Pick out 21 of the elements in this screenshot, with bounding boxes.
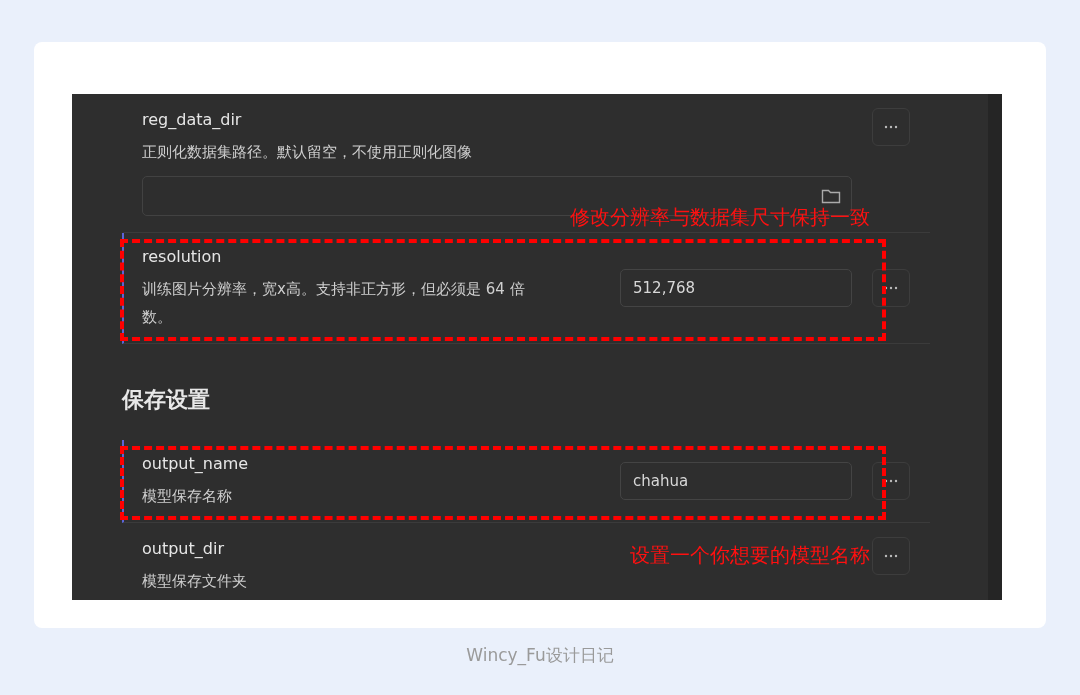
setting-name: reg_data_dir (142, 109, 243, 131)
more-icon (884, 125, 898, 129)
more-icon (884, 479, 898, 483)
setting-name: output_dir (142, 538, 225, 560)
more-icon (884, 554, 898, 558)
folder-icon (821, 188, 841, 204)
more-button[interactable] (872, 462, 910, 500)
setting-name: resolution (142, 246, 223, 268)
annotation-text: 修改分辨率与数据集尺寸保持一致 (570, 204, 870, 231)
setting-name: output_name (142, 453, 250, 475)
setting-description: 正则化数据集路径。默认留空，不使用正则化图像 (142, 142, 473, 163)
input-field[interactable]: 512,768 (620, 269, 852, 307)
more-icon (884, 286, 898, 290)
setting-description: 模型保存文件夹 (142, 571, 248, 592)
annotation-text: 设置一个你想要的模型名称 (630, 542, 870, 569)
input-field[interactable]: chahua (620, 462, 852, 500)
setting-description: 训练图片分辨率，宽x高。支持非正方形，但必须是 64 倍数。 (142, 279, 526, 328)
more-button[interactable] (872, 269, 910, 307)
section-heading: 保存设置 (122, 386, 211, 414)
caption: Wincy_Fu设计日记 (466, 644, 614, 667)
setting-description: 模型保存名称 (142, 486, 233, 507)
